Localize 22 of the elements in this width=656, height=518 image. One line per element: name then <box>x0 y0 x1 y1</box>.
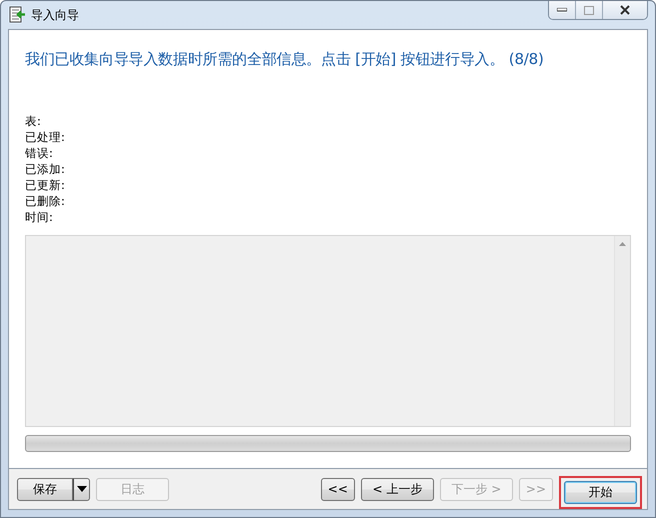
close-icon <box>619 5 631 15</box>
summary-label: 错误: <box>25 145 53 161</box>
minimize-icon <box>557 8 567 12</box>
dropdown-button[interactable] <box>73 478 90 500</box>
wizard-button[interactable]: << <box>320 478 355 500</box>
caret-icon <box>76 486 86 492</box>
wizard-heading: 我们已收集向导导入数据时所需的全部信息。点击 [开始] 按钮进行导入。 (8/8) <box>25 50 545 69</box>
summary-label: 表: <box>25 113 41 129</box>
start-button[interactable]: 开始 <box>564 480 637 504</box>
summary-label: 已处理: <box>25 129 65 145</box>
wizard-button[interactable]: < 上一步 <box>360 478 434 500</box>
maximize-icon <box>584 6 594 14</box>
table-import-icon <box>8 6 26 24</box>
scrollbar[interactable] <box>614 236 630 426</box>
save-button[interactable]: 保存 <box>17 478 73 500</box>
window-title: 导入向导 <box>31 6 79 24</box>
summary-label: 时间: <box>25 209 53 225</box>
close-button[interactable] <box>603 1 647 19</box>
summary-label: 已添加: <box>25 161 65 177</box>
summary-label: 已删除: <box>25 193 65 209</box>
minimize-button[interactable] <box>549 1 576 19</box>
summary-label: 已更新: <box>25 177 65 193</box>
